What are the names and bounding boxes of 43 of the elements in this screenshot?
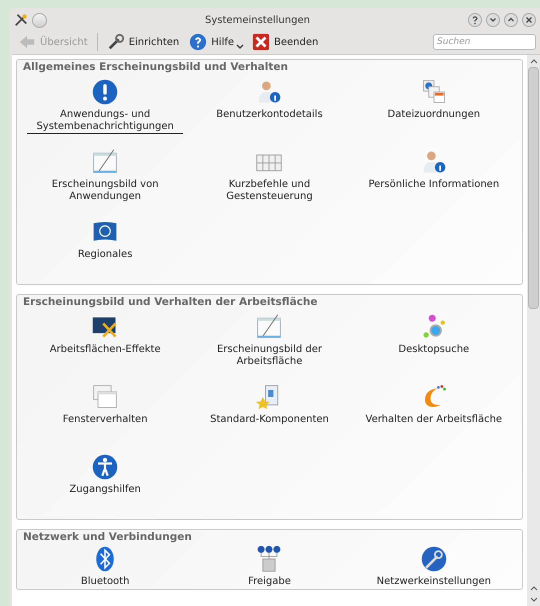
close-button[interactable]: [522, 13, 536, 27]
scrollbar[interactable]: [527, 55, 540, 606]
section-heading: Erscheinungsbild und Verhalten der Arbeitsfläche: [23, 296, 318, 308]
module-link[interactable]: Verhalten der Arbeitsfläche: [366, 414, 502, 426]
module-link[interactable]: Standard-Komponenten: [210, 414, 329, 426]
module-link[interactable]: Zugangshilfen: [69, 484, 141, 496]
toolbar-button[interactable]: Einrichten: [102, 31, 184, 53]
close-icon: [252, 33, 270, 51]
module-link[interactable]: Bluetooth: [80, 576, 130, 588]
scroll-up-icon[interactable]: [528, 584, 538, 592]
module-icon[interactable]: [91, 78, 120, 106]
module-link[interactable]: Arbeitsflächen-Effekte: [50, 344, 161, 356]
module-link[interactable]: Fensterverhalten: [62, 414, 148, 426]
module-link[interactable]: Desktopsuche: [398, 344, 470, 356]
tools-icon[interactable]: [14, 13, 28, 27]
module-icon[interactable]: [420, 545, 448, 573]
module-icon[interactable]: [255, 545, 284, 573]
module-link[interactable]: Erscheinungsbild der Arbeitsfläche: [191, 344, 348, 368]
toolbar-button[interactable]: Hilfe: [185, 31, 238, 53]
module-link[interactable]: Dateizuordnungen: [388, 109, 480, 121]
module-icon[interactable]: [91, 453, 120, 481]
module-link[interactable]: Regionales: [78, 249, 132, 261]
caret-icon[interactable]: [236, 44, 244, 50]
module-link[interactable]: Kurzbefehle und Gestensteuerung: [191, 179, 348, 203]
module-link[interactable]: Erscheinungsbild von Anwendungen: [27, 179, 184, 203]
scroll-up-icon[interactable]: [528, 57, 538, 65]
window-title: Systemeinstellungen: [204, 14, 311, 26]
minimize-button[interactable]: [486, 13, 500, 27]
scroll-thumb[interactable]: [528, 67, 539, 309]
scroll-down-icon[interactable]: [528, 596, 538, 604]
help-icon: [189, 33, 208, 51]
module-link[interactable]: Netzwerkeinstellungen: [376, 576, 491, 588]
module-link[interactable]: Freigabe: [248, 576, 291, 588]
search-field[interactable]: Suchen: [433, 34, 536, 50]
help-button[interactable]: [468, 13, 482, 27]
module-link[interactable]: Anwendungs- und Systembenachrichtigungen: [27, 109, 184, 134]
maximize-button[interactable]: [504, 13, 518, 27]
module-link[interactable]: Persönliche Informationen: [368, 179, 500, 191]
section-heading: Netzwerk und Verbindungen: [23, 531, 193, 543]
section-heading: Allgemeines Erscheinungsbild und Verhalten: [23, 61, 289, 73]
module-link[interactable]: Benutzerkontodetails: [216, 109, 323, 121]
toolbar-button[interactable]: Beenden: [248, 31, 322, 53]
back-arrow-icon: [18, 33, 36, 51]
